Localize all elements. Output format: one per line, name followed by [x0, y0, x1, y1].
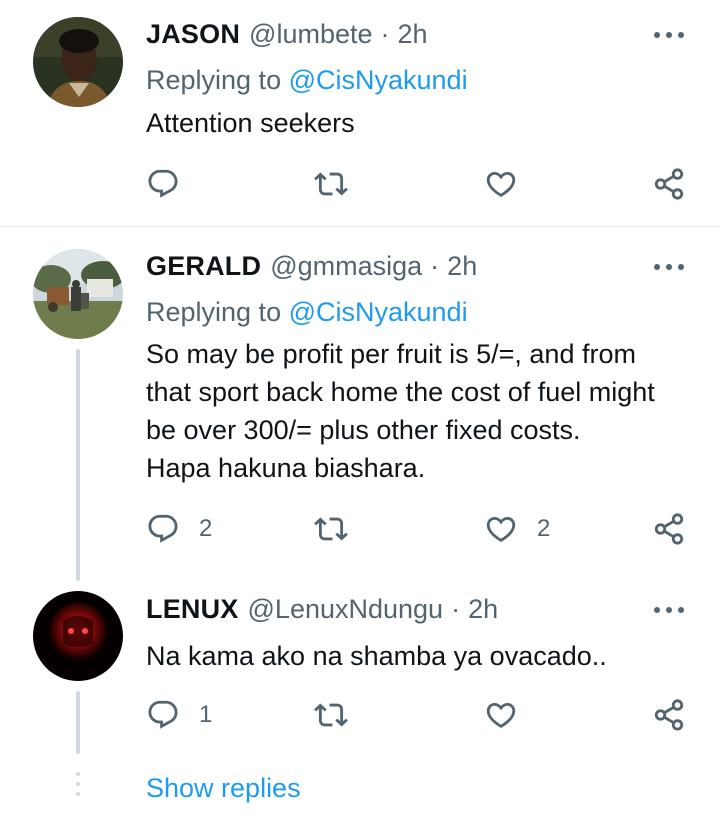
heart-icon	[486, 702, 516, 728]
replying-prefix: Replying to	[146, 297, 289, 327]
reply-count: 2	[199, 515, 213, 542]
retweet-button[interactable]	[314, 695, 367, 735]
share-icon	[654, 168, 684, 200]
tweet-text: Na kama ako na shamba ya ovacado..	[146, 637, 706, 675]
user-handle[interactable]: @LenuxNdungu	[248, 593, 444, 625]
avatar-image	[33, 17, 123, 107]
like-button[interactable]	[484, 695, 537, 735]
more-options-icon[interactable]	[650, 257, 688, 277]
avatar-image	[33, 249, 123, 339]
tweet-header: LENUX @LenuxNdungu · 2h	[146, 593, 498, 625]
reply-icon	[148, 700, 178, 729]
retweet-button[interactable]	[314, 509, 367, 549]
avatar[interactable]	[33, 249, 123, 339]
reply-icon	[148, 169, 178, 198]
tweet-text-line: Na kama ako na shamba ya ovacado..	[146, 641, 607, 671]
display-name[interactable]: LENUX	[146, 593, 239, 625]
show-replies-link[interactable]: Show replies	[146, 770, 301, 806]
replying-to: Replying to @CisNyakundi	[146, 64, 468, 96]
share-button[interactable]	[652, 695, 686, 735]
separator-dot: ·	[380, 19, 390, 49]
tweet-text-line: Attention seekers	[146, 108, 355, 138]
reply-button[interactable]	[146, 164, 199, 204]
more-options-icon[interactable]	[650, 600, 688, 620]
timestamp[interactable]: 2h	[468, 593, 498, 625]
tweet-header: JASON @lumbete · 2h	[146, 18, 428, 50]
separator-dot: ·	[451, 594, 461, 624]
like-button[interactable]	[484, 164, 537, 204]
separator-dot: ·	[430, 251, 440, 281]
thread-line	[76, 691, 80, 754]
share-button[interactable]	[652, 164, 686, 204]
reply-button[interactable]: 1	[146, 695, 212, 735]
reply-count: 1	[199, 701, 213, 728]
tweet-text-line: be over 300/= plus other fixed costs.	[146, 415, 581, 445]
avatar[interactable]	[33, 591, 123, 681]
user-handle[interactable]: @gmmasiga	[270, 250, 422, 282]
action-bar	[146, 164, 706, 204]
more-options-icon[interactable]	[650, 25, 688, 45]
tweet-text: Attention seekers	[146, 104, 706, 142]
retweet-icon	[314, 517, 348, 541]
user-handle[interactable]: @lumbete	[249, 18, 372, 50]
share-icon	[654, 699, 684, 731]
thread-continuation-dots	[76, 772, 80, 802]
retweet-button[interactable]	[314, 164, 367, 204]
share-button[interactable]	[652, 509, 686, 549]
tweet-gerald[interactable]: GERALD @gmmasiga · 2h Replying to @CisNy…	[0, 227, 720, 581]
tweet-lenux[interactable]: LENUX @LenuxNdungu · 2h Na kama ako na s…	[0, 572, 720, 762]
avatar-image	[33, 591, 123, 681]
tweet-text: So may be profit per fruit is 5/=, and f…	[146, 335, 706, 487]
tweet-text-line: So may be profit per fruit is 5/=, and f…	[146, 339, 636, 369]
mention-link[interactable]: @CisNyakundi	[289, 297, 468, 327]
reply-button[interactable]: 2	[146, 509, 212, 549]
tweet-header: GERALD @gmmasiga · 2h	[146, 250, 477, 282]
heart-icon	[486, 171, 516, 197]
retweet-icon	[314, 172, 348, 196]
timestamp[interactable]: 2h	[447, 250, 477, 282]
reply-icon	[148, 514, 178, 543]
replying-prefix: Replying to	[146, 65, 289, 95]
tweet-jason[interactable]: JASON @lumbete · 2h Replying to @CisNyak…	[0, 0, 720, 226]
like-button[interactable]: 2	[484, 509, 550, 549]
avatar[interactable]	[33, 17, 123, 107]
share-icon	[654, 513, 684, 545]
like-count: 2	[537, 515, 551, 542]
tweet-text-line: that sport back home the cost of fuel mi…	[146, 377, 655, 407]
display-name[interactable]: JASON	[146, 18, 240, 50]
heart-icon	[486, 516, 516, 542]
thread-line	[76, 349, 80, 581]
action-bar: 2 2	[146, 509, 706, 549]
retweet-icon	[314, 703, 348, 727]
mention-link[interactable]: @CisNyakundi	[289, 65, 468, 95]
tweet-text-line: Hapa hakuna biashara.	[146, 453, 426, 483]
action-bar: 1	[146, 695, 706, 735]
display-name[interactable]: GERALD	[146, 250, 261, 282]
replying-to: Replying to @CisNyakundi	[146, 296, 468, 328]
timestamp[interactable]: 2h	[398, 18, 428, 50]
